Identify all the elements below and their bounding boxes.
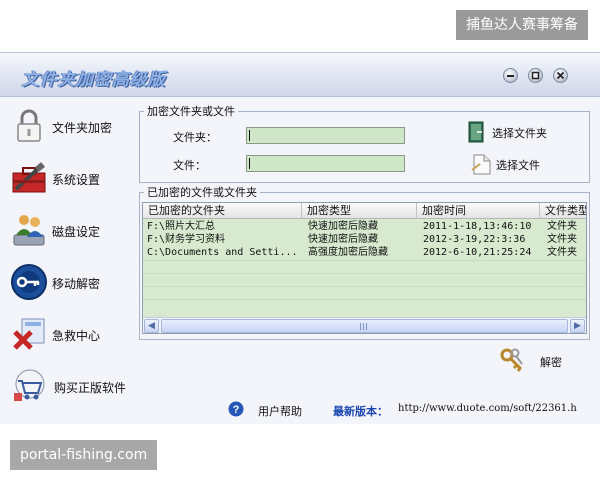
minimize-icon xyxy=(507,75,514,77)
column-header-kind[interactable]: 文件类型 xyxy=(540,203,586,219)
sidebar-item-mobile-decrypt[interactable]: 移动解密 xyxy=(0,257,137,309)
cell-kind: 文件夹 xyxy=(547,247,577,258)
help-label: 用户帮助 xyxy=(258,405,302,418)
folder-icon xyxy=(468,121,484,143)
horizontal-scrollbar[interactable]: ◀ ▶ xyxy=(143,317,586,333)
close-button[interactable] xyxy=(553,68,568,83)
choose-folder-label: 选择文件夹 xyxy=(492,127,547,140)
cell-time: 2012-3-19,22:3:36 xyxy=(423,234,526,245)
choose-file-label: 选择文件 xyxy=(496,159,540,172)
app-title: 文件夹加密高级版 xyxy=(22,70,166,90)
title-bar: 文件夹加密高级版 xyxy=(0,53,600,97)
status-bar: ? 用户帮助 最新版本： http://www.duote.com/soft/2… xyxy=(0,397,600,421)
cell-folder: C:\Documents and Setti... xyxy=(147,247,298,258)
column-header-folder[interactable]: 已加密的文件夹 xyxy=(143,203,302,219)
cell-kind: 文件夹 xyxy=(547,221,577,232)
table-row[interactable]: F:\财务学习资料 快速加密后隐藏 2012-3-19,22:3:36 文件夹 xyxy=(143,233,586,246)
watermark-top: 捕鱼达人赛事筹备 xyxy=(456,10,588,40)
toolbox-icon xyxy=(12,162,46,193)
cell-folder: F:\财务学习资料 xyxy=(147,234,226,245)
file-input[interactable] xyxy=(246,155,405,172)
encrypt-group-legend: 加密文件夹或文件 xyxy=(147,105,235,118)
app-window: 文件夹加密高级版 文件夹加密 系统设置 磁盘设定 移动解密 急救中心 购买正版软… xyxy=(0,52,600,424)
table-header: 已加密的文件夹 加密类型 加密时间 文件类型 xyxy=(143,203,586,219)
cell-kind: 文件夹 xyxy=(547,234,577,245)
table-row[interactable]: C:\Documents and Setti... 高强度加密后隐藏 2012-… xyxy=(143,246,586,259)
sidebar-item-label: 磁盘设定 xyxy=(52,225,101,239)
scroll-left-icon[interactable]: ◀ xyxy=(144,319,159,333)
keys-icon xyxy=(500,348,523,372)
cell-type: 快速加密后隐藏 xyxy=(308,221,378,232)
sidebar-item-label: 急救中心 xyxy=(52,329,101,343)
row-divider xyxy=(143,286,586,287)
cell-time: 2012-6-10,21:25:24 xyxy=(423,247,532,258)
cell-type: 快速加密后隐藏 xyxy=(308,234,378,245)
sidebar-item-label: 购买正版软件 xyxy=(54,381,127,395)
sidebar-item-system-settings[interactable]: 系统设置 xyxy=(0,153,137,205)
cell-type: 高强度加密后隐藏 xyxy=(308,247,388,258)
choose-folder-button[interactable]: 选择文件夹 xyxy=(466,119,566,145)
sidebar-item-label: 移动解密 xyxy=(52,277,101,291)
row-divider xyxy=(143,273,586,274)
close-icon xyxy=(556,71,565,80)
sidebar: 文件夹加密 系统设置 磁盘设定 移动解密 急救中心 购买正版软件 xyxy=(0,97,137,425)
latest-version-label: 最新版本： xyxy=(333,405,388,418)
first-aid-icon xyxy=(13,318,45,350)
watermark-bottom: portal-fishing.com xyxy=(10,440,158,470)
cell-folder: F:\照片大汇总 xyxy=(147,221,216,232)
scroll-thumb[interactable] xyxy=(161,319,568,333)
cell-time: 2011-1-18,13:46:10 xyxy=(423,221,532,232)
row-divider xyxy=(143,260,586,261)
sidebar-item-label: 文件夹加密 xyxy=(52,121,113,135)
maximize-button[interactable] xyxy=(528,68,543,83)
sidebar-item-disk-settings[interactable]: 磁盘设定 xyxy=(0,205,137,257)
minimize-button[interactable] xyxy=(503,68,518,83)
column-header-type[interactable]: 加密类型 xyxy=(302,203,417,219)
row-divider xyxy=(143,299,586,300)
choose-file-button[interactable]: 选择文件 xyxy=(470,151,560,177)
key-disc-icon xyxy=(11,264,47,300)
sidebar-item-label: 系统设置 xyxy=(52,173,101,187)
folder-label: 文件夹： xyxy=(173,131,217,144)
file-icon xyxy=(471,154,491,175)
help-icon: ? xyxy=(228,401,244,417)
sidebar-item-first-aid[interactable]: 急救中心 xyxy=(0,309,137,361)
lock-icon xyxy=(17,109,41,142)
svg-text:?: ? xyxy=(233,404,240,416)
file-label: 文件： xyxy=(173,159,206,172)
scroll-right-icon[interactable]: ▶ xyxy=(570,319,585,333)
encrypted-list[interactable]: 已加密的文件夹 加密类型 加密时间 文件类型 F:\照片大汇总 快速加密后隐藏 … xyxy=(142,202,587,334)
table-row[interactable]: F:\照片大汇总 快速加密后隐藏 2011-1-18,13:46:10 文件夹 xyxy=(143,220,586,233)
folder-input[interactable] xyxy=(246,127,405,144)
users-disk-icon xyxy=(13,215,45,246)
maximize-icon xyxy=(531,71,540,80)
decrypt-label: 解密 xyxy=(540,356,562,369)
latest-version-url[interactable]: http://www.duote.com/soft/22361.h xyxy=(398,403,577,414)
column-header-time[interactable]: 加密时间 xyxy=(417,203,540,219)
decrypt-button[interactable]: 解密 xyxy=(498,346,578,374)
sidebar-item-folder-encrypt[interactable]: 文件夹加密 xyxy=(0,101,137,153)
encrypted-group-legend: 已加密的文件或文件夹 xyxy=(147,186,257,199)
